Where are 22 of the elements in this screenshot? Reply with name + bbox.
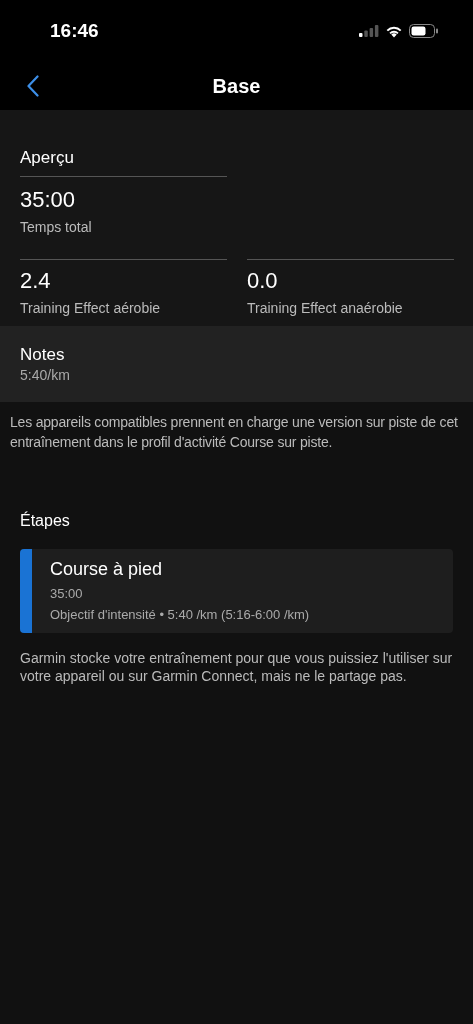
metric-label: Training Effect anaérobie	[247, 300, 404, 316]
section-heading: Notes	[20, 345, 66, 365]
step-card[interactable]: Course à pied 35:00 Objectif d'intensité • 5:40 /km (5:16-6:00 /km)	[20, 549, 453, 633]
page-title: Base	[212, 74, 261, 98]
step-duration: 35:00	[50, 586, 84, 601]
metric-value: 35:00	[20, 186, 77, 214]
section-heading: Étapes	[20, 512, 71, 530]
compatibility-note: Les appareils compatibles prennent en charge une version sur piste de cet entraînement dans le profil d'activité Course sur piste.	[9, 413, 459, 452]
metric-value: 2.4	[20, 267, 52, 295]
wifi-icon	[385, 24, 403, 38]
metric-label: Training Effect aérobie	[20, 300, 162, 316]
signal-icon	[359, 25, 379, 37]
section-heading: Aperçu	[20, 148, 227, 177]
storage-note: Garmin stocke votre entraînement pour que vous puissiez l'utiliser sur votre appareil ou sur Garmin Connect, mais ne le partage pas.	[19, 649, 454, 685]
notes-text: 5:40/km	[20, 367, 71, 383]
battery-icon	[409, 24, 439, 38]
back-icon[interactable]	[27, 75, 39, 97]
metric-value: 0.0	[247, 267, 279, 295]
metric-label: Temps total	[20, 219, 93, 235]
step-target: Objectif d'intensité • 5:40 /km (5:16-6:00 /km)	[50, 607, 310, 622]
status-time: 16:46	[50, 20, 99, 42]
step-title: Course à pied	[50, 559, 164, 580]
